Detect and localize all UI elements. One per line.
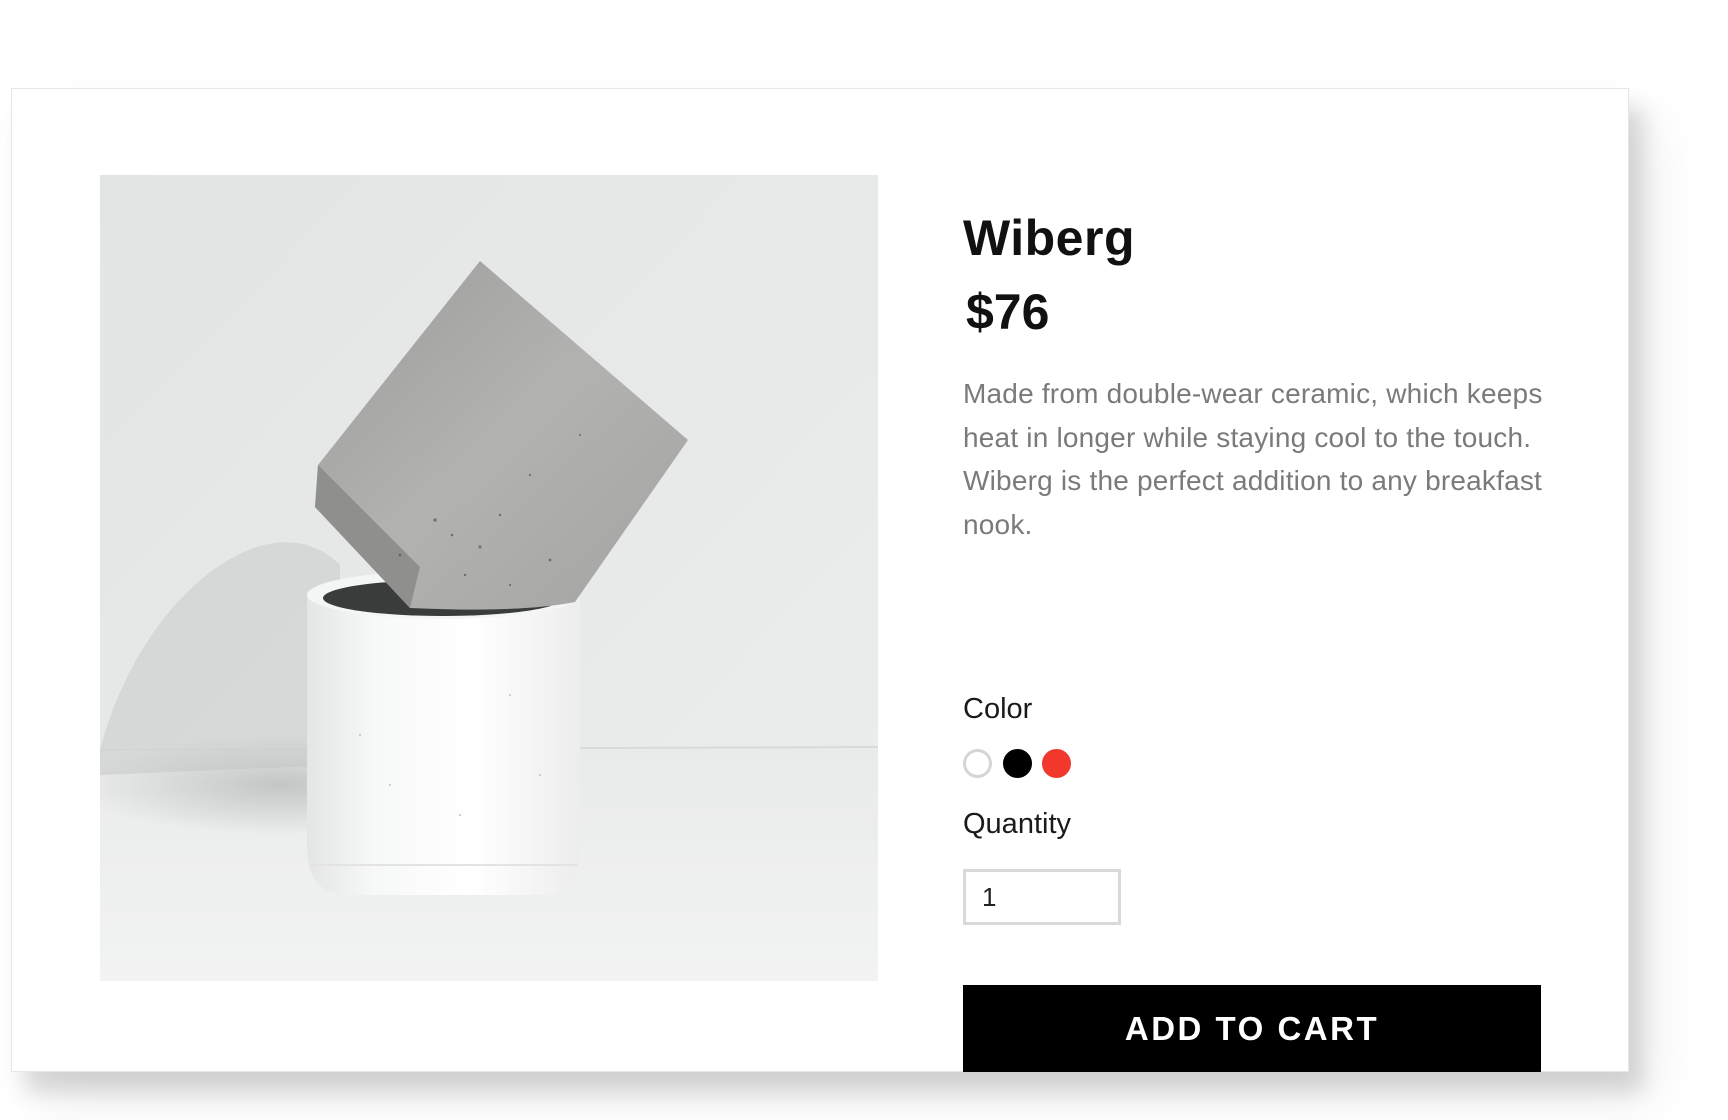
- product-price: $76: [966, 284, 1050, 340]
- color-swatch-black[interactable]: [1003, 749, 1032, 778]
- add-to-cart-button[interactable]: ADD TO CART: [963, 985, 1541, 1072]
- product-image: [100, 175, 878, 981]
- quantity-label: Quantity: [963, 808, 1071, 840]
- product-title: Wiberg: [963, 210, 1135, 266]
- product-card: Wiberg $76 Made from double-wear ceramic…: [11, 88, 1629, 1072]
- color-swatch-red[interactable]: [1042, 749, 1071, 778]
- quantity-input[interactable]: [963, 869, 1121, 925]
- color-label: Color: [963, 693, 1033, 725]
- color-swatch-white[interactable]: [963, 749, 992, 778]
- product-description: Made from double-wear ceramic, which kee…: [963, 378, 1543, 540]
